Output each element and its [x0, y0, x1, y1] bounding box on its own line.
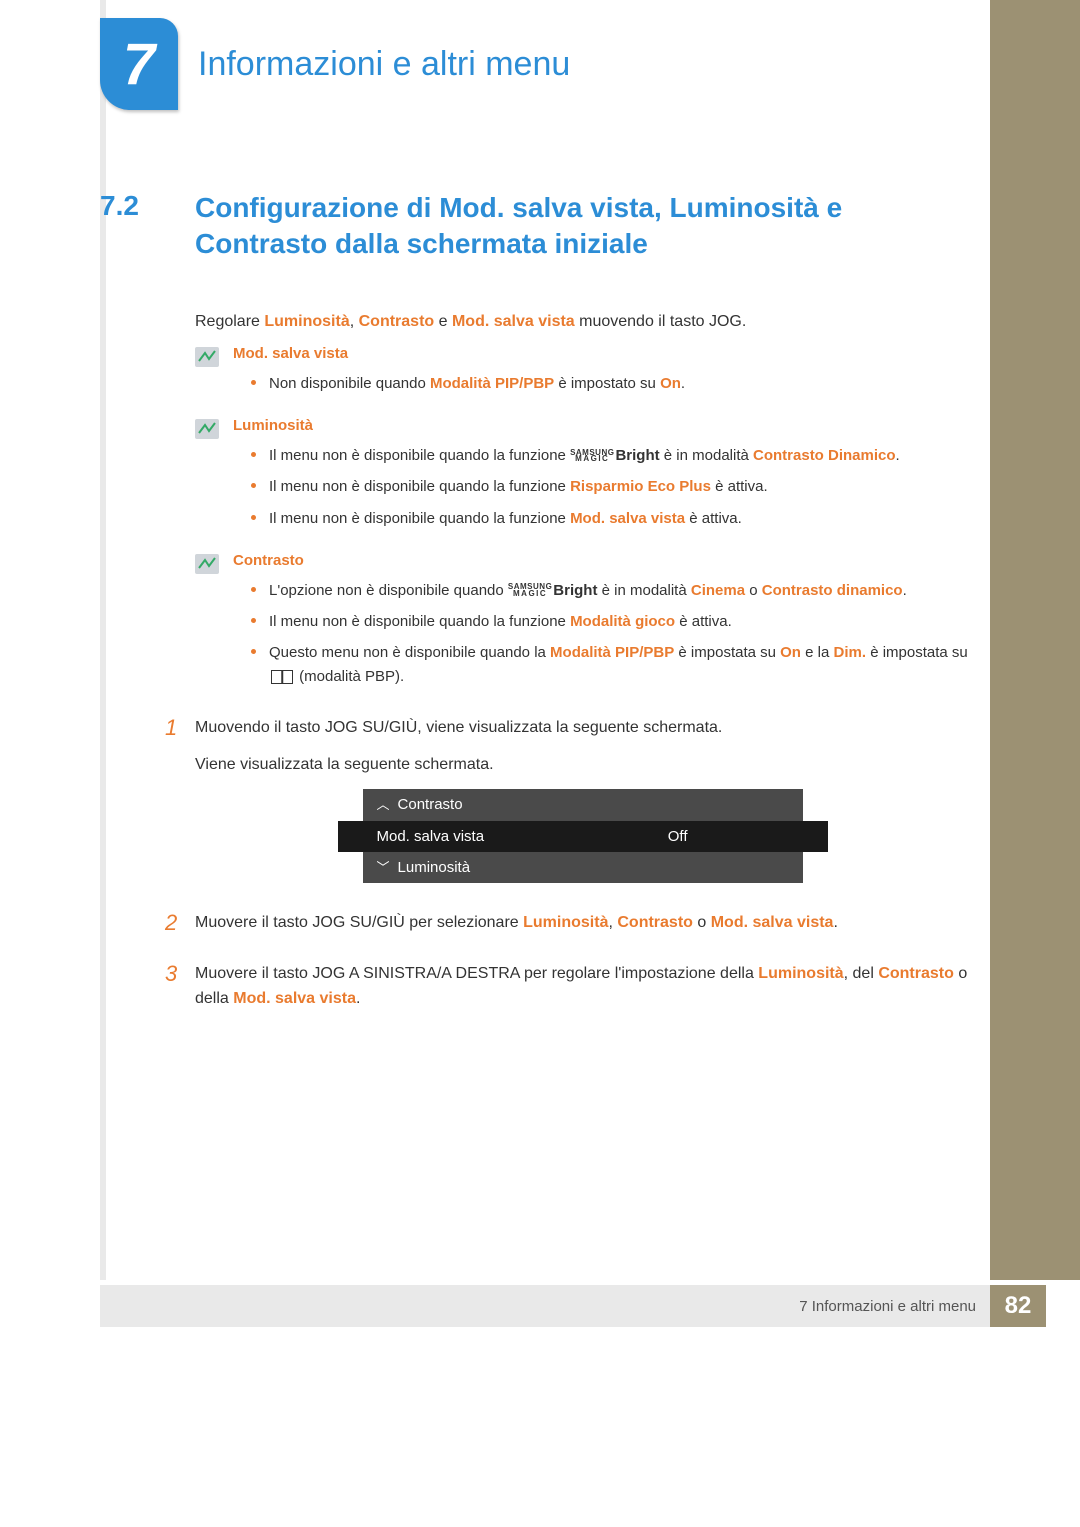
- note-mod-salva-vista: Mod. salva vista Non disponibile quando …: [195, 345, 970, 403]
- section-title: Configurazione di Mod. salva vista, Lumi…: [195, 190, 970, 263]
- section-number: 7.2: [100, 190, 195, 222]
- pbp-icon: [271, 670, 293, 684]
- step-text: Muovendo il tasto JOG SU/GIÙ, viene visu…: [195, 716, 970, 741]
- steps-list: 1 Muovendo il tasto JOG SU/GIÙ, viene vi…: [165, 716, 970, 1024]
- chapter-number-badge: 7: [100, 18, 178, 110]
- chapter-title: Informazioni e altri menu: [198, 45, 570, 84]
- step-text: Muovere il tasto JOG SU/GIÙ per selezion…: [195, 911, 970, 936]
- note-item: Il menu non è disponibile quando la funz…: [251, 475, 970, 498]
- section-heading: 7.2 Configurazione di Mod. salva vista, …: [100, 190, 970, 263]
- osd-row-down: ﹀Luminosità: [363, 852, 803, 883]
- note-item: Il menu non è disponibile quando la funz…: [251, 507, 970, 530]
- osd-row-up: ︿Contrasto: [363, 789, 803, 820]
- page-content: 7.2 Configurazione di Mod. salva vista, …: [100, 190, 970, 1038]
- note-luminosita: Luminosità Il menu non è disponibile qua…: [195, 417, 970, 538]
- step-number: 2: [165, 911, 195, 935]
- chapter-header: 7 Informazioni e altri menu: [100, 18, 570, 110]
- note-title: Mod. salva vista: [233, 345, 970, 362]
- step-text: Viene visualizzata la seguente schermata…: [195, 753, 970, 778]
- chevron-down-icon: ﹀: [377, 860, 390, 875]
- page-footer: 7 Informazioni e altri menu 82: [0, 1285, 1080, 1327]
- samsung-magic-icon: SAMSUNGMAGIC: [570, 450, 614, 463]
- note-item: Non disponibile quando Modalità PIP/PBP …: [251, 372, 970, 395]
- note-item: Questo menu non è disponibile quando la …: [251, 641, 970, 688]
- note-item: Il menu non è disponibile quando la funz…: [251, 444, 970, 467]
- samsung-magic-icon: SAMSUNGMAGIC: [508, 584, 552, 597]
- step-number: 3: [165, 962, 195, 986]
- footer-page-number: 82: [990, 1285, 1046, 1327]
- note-title: Luminosità: [233, 417, 970, 434]
- osd-preview: ︿Contrasto Mod. salva vistaOff ﹀Luminosi…: [363, 789, 803, 883]
- step-2: 2 Muovere il tasto JOG SU/GIÙ per selezi…: [165, 911, 970, 948]
- footer-text: 7 Informazioni e altri menu: [100, 1285, 990, 1327]
- osd-row-selected: Mod. salva vistaOff: [338, 821, 828, 852]
- note-icon: [195, 419, 219, 439]
- note-item: Il menu non è disponibile quando la funz…: [251, 610, 970, 633]
- note-icon: [195, 554, 219, 574]
- side-stripe: [990, 0, 1080, 1280]
- step-1: 1 Muovendo il tasto JOG SU/GIÙ, viene vi…: [165, 716, 970, 897]
- step-text: Muovere il tasto JOG A SINISTRA/A DESTRA…: [195, 962, 970, 1012]
- chevron-up-icon: ︿: [377, 797, 390, 812]
- note-item: L'opzione non è disponibile quando SAMSU…: [251, 579, 970, 602]
- step-3: 3 Muovere il tasto JOG A SINISTRA/A DEST…: [165, 962, 970, 1024]
- note-title: Contrasto: [233, 552, 970, 569]
- note-contrasto: Contrasto L'opzione non è disponibile qu…: [195, 552, 970, 696]
- intro-text: Regolare Luminosità, Contrasto e Mod. sa…: [195, 313, 970, 331]
- note-icon: [195, 347, 219, 367]
- step-number: 1: [165, 716, 195, 740]
